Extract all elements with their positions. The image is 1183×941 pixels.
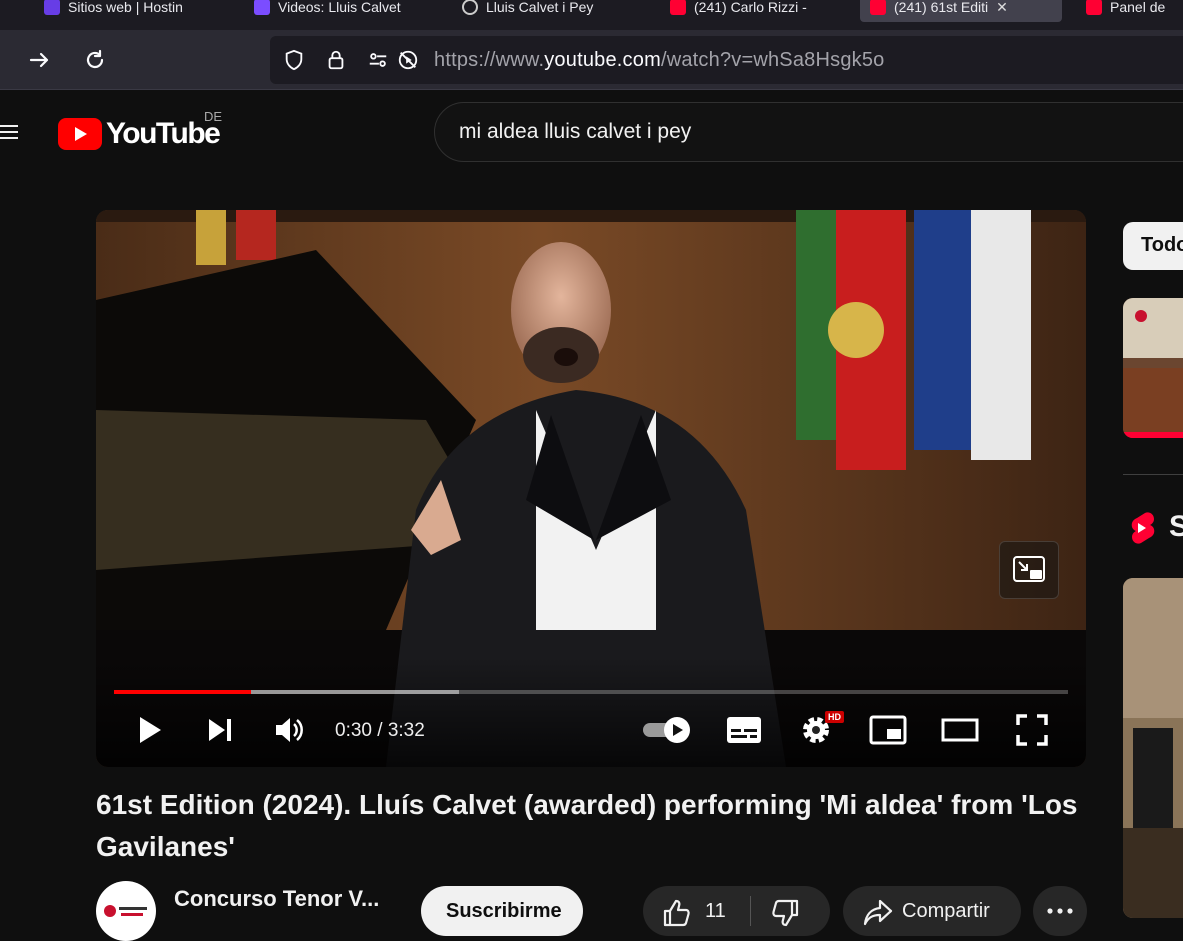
lock-icon[interactable] bbox=[324, 48, 348, 72]
hd-badge: HD bbox=[825, 711, 844, 723]
volume-icon bbox=[276, 718, 303, 742]
browser-nav-bar: https://www.youtube.com/watch?v=whSa8Hsg… bbox=[0, 30, 1183, 90]
channel-name[interactable]: Concurso Tenor V... bbox=[174, 886, 379, 912]
browser-tab-bar: Sitios web | Hostin Videos: Lluis Calvet… bbox=[0, 0, 1183, 30]
subtitles-icon bbox=[727, 717, 761, 743]
browser-tab[interactable]: Sitios web | Hostin bbox=[34, 0, 224, 22]
progress-bar[interactable] bbox=[114, 690, 1068, 694]
channel-avatar[interactable] bbox=[96, 881, 156, 941]
section-divider bbox=[1123, 474, 1183, 475]
played-bar bbox=[114, 690, 251, 694]
autoplay-toggle-icon bbox=[643, 717, 690, 743]
close-icon[interactable]: ✕ bbox=[996, 0, 1008, 16]
tab-title: (241) 61st Editi bbox=[894, 0, 989, 15]
theater-mode-icon bbox=[941, 718, 979, 742]
thumbnail-image bbox=[1123, 578, 1183, 918]
skip-next-icon bbox=[209, 719, 231, 741]
volume-button[interactable] bbox=[270, 710, 310, 750]
miniplayer-icon bbox=[1013, 556, 1045, 582]
subtitles-button[interactable] bbox=[722, 710, 766, 750]
autoplay-toggle[interactable] bbox=[640, 710, 694, 750]
youtube-favicon-icon bbox=[670, 0, 686, 15]
thumbnail-image bbox=[1123, 298, 1183, 438]
youtube-header: YouTube DE mi aldea lluis calvet i pey bbox=[0, 91, 1183, 175]
reload-button[interactable] bbox=[77, 42, 113, 78]
time-display: 0:30 / 3:32 bbox=[335, 720, 425, 741]
like-button[interactable] bbox=[661, 898, 691, 928]
arrow-right-icon bbox=[29, 52, 49, 68]
like-dislike-group: 11 bbox=[643, 886, 830, 936]
app-favicon-icon bbox=[254, 0, 270, 15]
url-bar[interactable]: https://www.youtube.com/watch?v=whSa8Hsg… bbox=[270, 36, 1183, 84]
shorts-section-title: S bbox=[1169, 510, 1183, 543]
autoplay-blocked-icon[interactable] bbox=[396, 48, 420, 72]
video-title: 61st Edition (2024). Lluís Calvet (award… bbox=[96, 789, 1078, 862]
short-video-thumbnail[interactable] bbox=[1123, 578, 1183, 918]
browser-tab[interactable]: Panel de bbox=[1076, 0, 1183, 22]
url-host: youtube.com bbox=[544, 49, 661, 71]
picture-in-picture-icon bbox=[869, 715, 907, 745]
share-icon bbox=[863, 899, 893, 926]
tab-title: (241) Carlo Rizzi - bbox=[694, 0, 807, 15]
youtube-favicon-icon bbox=[1086, 0, 1102, 15]
recommended-video-thumbnail[interactable] bbox=[1123, 298, 1183, 438]
filter-chip-all[interactable]: Todo bbox=[1123, 222, 1183, 270]
browser-tab[interactable]: (241) Carlo Rizzi - bbox=[660, 0, 850, 22]
youtube-play-logo-icon bbox=[58, 118, 102, 150]
channel-logo-icon bbox=[104, 905, 147, 917]
browser-tab[interactable]: Lluis Calvet i Pey bbox=[452, 0, 642, 22]
hostinger-favicon-icon bbox=[44, 0, 60, 15]
subscribe-button[interactable]: Suscribirme bbox=[421, 886, 583, 936]
miniplayer-control-button[interactable] bbox=[866, 710, 910, 750]
tab-title: Sitios web | Hostin bbox=[68, 0, 183, 15]
forward-button[interactable] bbox=[22, 42, 58, 78]
tab-title: Videos: Lluis Calvet bbox=[278, 0, 401, 15]
browser-tab-active[interactable]: (241) 61st Editi ✕ bbox=[860, 0, 1062, 22]
next-button[interactable] bbox=[200, 710, 240, 750]
globe-icon bbox=[462, 0, 478, 15]
thumbs-down-icon bbox=[772, 899, 799, 927]
like-divider bbox=[750, 896, 751, 926]
youtube-logo[interactable]: YouTube bbox=[58, 117, 221, 151]
fullscreen-icon bbox=[1016, 714, 1048, 746]
url-prefix: https://www. bbox=[434, 49, 545, 71]
play-button[interactable] bbox=[130, 710, 170, 750]
reload-icon bbox=[86, 49, 104, 69]
search-input[interactable]: mi aldea lluis calvet i pey bbox=[434, 102, 1183, 162]
youtube-wordmark: YouTube bbox=[106, 117, 221, 150]
share-label: Compartir bbox=[902, 900, 990, 922]
share-button[interactable]: Compartir bbox=[843, 886, 1021, 936]
menu-icon[interactable] bbox=[0, 121, 20, 145]
thumbs-up-icon bbox=[663, 899, 690, 927]
tab-title: Lluis Calvet i Pey bbox=[486, 0, 594, 15]
search-query: mi aldea lluis calvet i pey bbox=[459, 120, 692, 143]
theater-mode-button[interactable] bbox=[938, 710, 982, 750]
youtube-favicon-icon bbox=[870, 0, 886, 15]
country-code: DE bbox=[204, 109, 223, 124]
permissions-icon[interactable] bbox=[366, 48, 390, 72]
tab-title: Panel de bbox=[1110, 0, 1166, 15]
video-player[interactable]: 0:30 / 3:32 HD bbox=[96, 210, 1086, 767]
dislike-button[interactable] bbox=[771, 898, 801, 928]
url-text[interactable]: https://www.youtube.com/watch?v=whSa8Hsg… bbox=[434, 49, 885, 72]
more-actions-button[interactable] bbox=[1033, 886, 1087, 936]
url-path: /watch?v=whSa8Hsgk5o bbox=[660, 49, 885, 71]
play-icon bbox=[140, 717, 161, 743]
miniplayer-button[interactable] bbox=[999, 541, 1059, 599]
browser-tab[interactable]: Videos: Lluis Calvet bbox=[244, 0, 432, 22]
fullscreen-button[interactable] bbox=[1010, 710, 1054, 750]
more-horizontal-icon bbox=[1047, 908, 1073, 914]
shield-icon[interactable] bbox=[282, 48, 306, 72]
shorts-logo-icon bbox=[1131, 512, 1155, 544]
like-count: 11 bbox=[705, 900, 726, 922]
